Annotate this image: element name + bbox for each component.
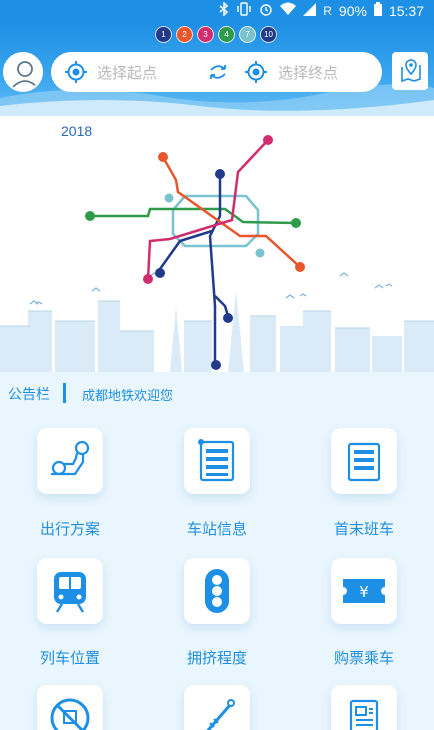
menu-label: 车站信息 <box>186 520 247 538</box>
clock: 15:37 <box>388 3 424 19</box>
line-badge[interactable]: 10 <box>260 26 277 43</box>
network-label: R <box>323 4 332 18</box>
battery-icon <box>373 2 382 20</box>
line-badge-label: 2 <box>182 30 187 39</box>
notice-message: 成都地铁欢迎您 <box>82 389 174 404</box>
prohibited-items-button[interactable] <box>37 685 103 730</box>
line-badge-label: 10 <box>264 30 273 39</box>
svg-text:¥: ¥ <box>359 583 369 601</box>
traffic-light-icon <box>205 569 229 613</box>
notice-bar[interactable]: 公告栏 成都地铁欢迎您 <box>0 374 434 412</box>
tool-icon <box>206 699 235 730</box>
avatar[interactable] <box>3 52 43 92</box>
station-info-button[interactable] <box>184 428 250 494</box>
menu-label: 列车位置 <box>39 649 100 667</box>
line-badge-label: 3 <box>203 30 208 39</box>
metro-map-banner[interactable]: 2018 <box>0 116 434 372</box>
line-badge[interactable]: 2 <box>176 26 193 43</box>
header: 1 2 3 4 7 10 选择起点 选择终点 <box>0 22 434 116</box>
signal-icon <box>303 2 317 20</box>
bluetooth-icon <box>219 1 229 20</box>
route-search-bar: 选择起点 选择终点 <box>51 52 382 92</box>
start-location-icon[interactable] <box>64 60 88 84</box>
notice-label: 公告栏 <box>8 387 50 403</box>
tools-button[interactable] <box>184 685 250 730</box>
swap-icon[interactable] <box>206 60 230 84</box>
line-badge-label: 4 <box>224 30 229 39</box>
line-badge-label: 7 <box>245 30 250 39</box>
menu-label: 购票乘车 <box>333 649 394 667</box>
line-badge[interactable]: 1 <box>155 26 172 43</box>
battery-percent: 90% <box>338 3 367 19</box>
status-bar: R 90% 15:37 <box>0 0 434 22</box>
station-list-icon <box>198 439 235 482</box>
menu-label: 拥挤程度 <box>186 649 247 667</box>
metro-line-legend: 1 2 3 4 7 10 <box>155 26 277 43</box>
map-year: 2018 <box>61 123 93 139</box>
start-input[interactable]: 选择起点 <box>97 62 157 83</box>
news-button[interactable] <box>331 685 397 730</box>
line-badge[interactable]: 4 <box>218 26 235 43</box>
trip-plan-button[interactable] <box>37 428 103 494</box>
line-badge-label: 1 <box>161 30 166 39</box>
menu-label: 出行方案 <box>39 520 100 538</box>
notice-divider <box>63 383 66 403</box>
ticket-button[interactable]: ¥ <box>331 558 397 624</box>
prohibited-icon <box>50 698 90 730</box>
vibrate-icon <box>236 2 252 20</box>
route-icon <box>51 440 90 476</box>
alarm-icon <box>259 2 273 20</box>
newspaper-icon <box>349 699 379 730</box>
line-badge[interactable]: 3 <box>197 26 214 43</box>
schedule-list-icon <box>347 442 381 482</box>
train-position-button[interactable] <box>37 558 103 624</box>
map-button[interactable] <box>392 52 428 90</box>
wifi-icon <box>280 2 297 20</box>
ticket-icon: ¥ <box>343 579 385 603</box>
end-location-icon[interactable] <box>244 60 268 84</box>
metro-map-illustration <box>0 135 434 372</box>
crowding-button[interactable] <box>184 558 250 624</box>
line-badge[interactable]: 7 <box>239 26 256 43</box>
first-last-train-button[interactable] <box>331 428 397 494</box>
menu-label: 首末班车 <box>333 520 394 538</box>
end-input[interactable]: 选择终点 <box>278 62 338 83</box>
map-pin-icon <box>401 59 421 83</box>
train-icon <box>54 572 86 613</box>
